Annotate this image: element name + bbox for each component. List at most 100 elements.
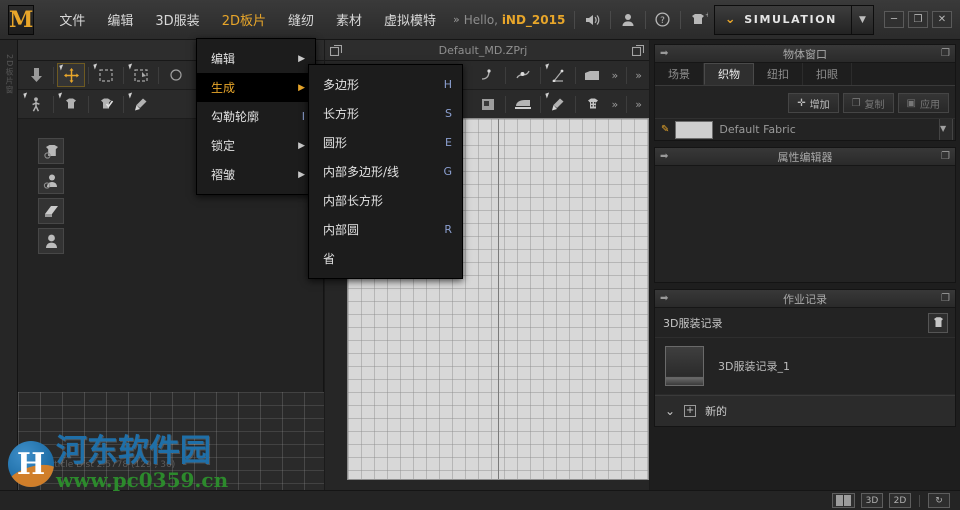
menu-item-file[interactable]: 文件	[48, 4, 96, 35]
panel-collapse-icon[interactable]: ➡	[660, 48, 668, 59]
user-icon[interactable]	[619, 8, 636, 32]
chevron-down-icon: ▼	[940, 124, 947, 133]
menu-item-pleat[interactable]: 褶皱 ▶	[197, 160, 315, 189]
menu-item-material[interactable]: 素材	[325, 4, 373, 35]
reset-view-button[interactable]: ↻	[928, 493, 950, 508]
copy-button[interactable]: ❐ 复制	[842, 93, 894, 113]
main-menu: 文件 编辑 3D服装 2D板片 缝纫 素材 虚拟模特	[48, 4, 447, 35]
maximize-button[interactable]: ❐	[907, 11, 928, 28]
tab-fabric[interactable]: 织物	[704, 63, 754, 85]
chevron-right-icon: ▶	[298, 53, 305, 64]
menu-item-edit[interactable]: 编辑	[96, 4, 144, 35]
2d-panel-expand-icon[interactable]	[325, 38, 347, 62]
view-2d-button[interactable]: 2D	[889, 493, 911, 508]
2d-toolbar-overflow-3[interactable]: »	[607, 98, 624, 111]
fabric-name: Default Fabric	[719, 123, 796, 136]
add-button[interactable]: ✛ 增加	[788, 93, 839, 113]
greeting-prefix: Hello,	[463, 12, 502, 27]
submenu-item-circle[interactable]: 圆形 E	[309, 128, 462, 157]
panel-float-icon[interactable]: ❐	[941, 151, 950, 162]
help-icon[interactable]: ?	[655, 8, 672, 32]
plus-icon[interactable]: +	[684, 405, 697, 417]
menu-shortcut: H	[443, 78, 452, 91]
garment-brush-icon[interactable]	[127, 92, 155, 116]
job-new-row[interactable]: ⌄ + 新的	[655, 395, 955, 426]
avatar-pose-icon[interactable]	[22, 92, 50, 116]
menu-label: 内部多边形/线	[323, 165, 400, 179]
fabric-list-row[interactable]: ✎ Default Fabric ▼	[655, 118, 955, 140]
avatar-library-icon[interactable]	[38, 168, 64, 194]
divider	[609, 10, 611, 29]
greeting-label: Hello, iND_2015	[464, 13, 566, 27]
panel-float-icon[interactable]: ❐	[941, 48, 950, 59]
menu-item-sewing[interactable]: 缝纫	[277, 4, 325, 35]
tab-scene[interactable]: 场景	[655, 63, 704, 85]
circle-tool-icon[interactable]	[162, 63, 190, 87]
3d-viewport-status: Particle Dist 2.5778 (129 , 36)	[40, 460, 176, 470]
menu-item-2d-pattern[interactable]: 2D板片	[211, 4, 277, 35]
transform-pattern-icon[interactable]	[127, 63, 155, 87]
garment-record-icon[interactable]	[928, 312, 948, 333]
garment-library-icon[interactable]	[38, 138, 64, 164]
left-side-strip: 2D板片窗	[0, 40, 18, 490]
apply-button[interactable]: ▣ 应用	[897, 93, 949, 113]
submenu-item-polygon[interactable]: 多边形 H	[309, 70, 462, 99]
menu-overflow-chevron-icon[interactable]: »	[453, 13, 460, 26]
download-arrow-icon[interactable]	[22, 63, 50, 87]
list-scrollbar[interactable]: ▼	[939, 119, 953, 140]
menu-label: 多边形	[323, 78, 360, 92]
2d-toolbar-overflow-4[interactable]: »	[630, 98, 647, 111]
simulation-button[interactable]: ⌄ SIMULATION	[715, 6, 851, 34]
pattern-shape-icon[interactable]	[579, 63, 607, 87]
rect-select-icon[interactable]	[92, 63, 120, 87]
apply-button-label: 应用	[920, 99, 940, 111]
divider	[123, 66, 124, 84]
panel-float-icon[interactable]: ❐	[941, 293, 950, 304]
view-3d-button[interactable]: 3D	[861, 493, 883, 508]
curve-point-icon[interactable]	[474, 63, 502, 87]
edit-curvature-icon[interactable]	[509, 63, 537, 87]
minimize-button[interactable]: ─	[883, 11, 904, 28]
face-library-icon[interactable]	[38, 228, 64, 254]
sound-icon[interactable]	[584, 8, 601, 32]
texture-tool-icon[interactable]	[579, 92, 607, 116]
submenu-item-internal-rectangle[interactable]: 内部长方形	[309, 186, 462, 215]
menu-shortcut: R	[444, 223, 452, 236]
2d-toolbar-overflow-1[interactable]: »	[607, 69, 624, 82]
panel-collapse-icon[interactable]: ➡	[660, 293, 668, 304]
menu-item-3d-garment[interactable]: 3D服装	[144, 4, 210, 35]
menu-item-edit-submenu[interactable]: 编辑 ▶	[197, 44, 315, 73]
submenu-item-internal-polygon-line[interactable]: 内部多边形/线 G	[309, 157, 462, 186]
tab-button[interactable]: 纽扣	[754, 63, 803, 85]
2d-toolbar-overflow-2[interactable]: »	[630, 69, 647, 82]
pattern-box-icon[interactable]	[474, 92, 502, 116]
split-view-button[interactable]	[832, 493, 855, 508]
fabric-brush-icon[interactable]	[544, 92, 572, 116]
garment-pin-icon[interactable]	[92, 92, 120, 116]
tab-buttonhole[interactable]: 扣眼	[803, 63, 852, 85]
submenu-item-rectangle[interactable]: 长方形 S	[309, 99, 462, 128]
submenu-item-internal-circle[interactable]: 内部圆 R	[309, 215, 462, 244]
fabric-library-icon[interactable]	[38, 198, 64, 224]
property-editor-header: ➡ 属性编辑器 ❐	[655, 148, 955, 166]
double-chevron-down-icon[interactable]: ⌄	[665, 404, 675, 418]
menu-label: 编辑	[211, 52, 236, 66]
divider	[53, 66, 54, 84]
move-gizmo-icon[interactable]	[57, 63, 85, 87]
polygon-edit-icon[interactable]	[544, 63, 572, 87]
garment-add-icon[interactable]: +	[690, 8, 708, 32]
submenu-item-dart[interactable]: 省	[309, 244, 462, 273]
menu-item-avatar[interactable]: 虚拟模特	[373, 4, 447, 35]
object-window-actions: ✛ 增加 ❐ 复制 ▣ 应用	[655, 86, 955, 118]
menu-item-generate[interactable]: 生成 ▶	[197, 73, 315, 102]
menu-item-outline[interactable]: 勾勒轮廓 I	[197, 102, 315, 131]
panel-collapse-icon[interactable]: ➡	[660, 151, 668, 162]
close-button[interactable]: ✕	[931, 11, 952, 28]
menu-item-lock[interactable]: 锁定 ▶	[197, 131, 315, 160]
job-record-item[interactable]: 3D服装记录_1	[655, 338, 955, 395]
property-editor-body	[655, 166, 955, 282]
iron-tool-icon[interactable]	[509, 92, 537, 116]
simulation-dropdown-button[interactable]: ▼	[850, 5, 873, 34]
garment-fold-icon[interactable]	[57, 92, 85, 116]
2d-panel-float-icon[interactable]	[627, 38, 649, 62]
